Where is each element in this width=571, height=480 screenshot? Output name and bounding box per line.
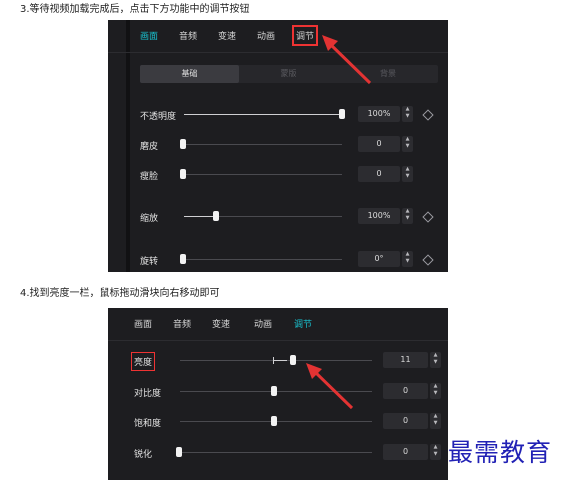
tab-adjust[interactable]: 调节 [291,25,319,46]
row-label-sharpen: 锐化 [134,450,153,460]
up-down-stepper-icon[interactable]: ▲ ▼ [402,251,413,267]
sub-tab-mask[interactable]: 蒙版 [239,65,338,83]
up-down-stepper-icon[interactable]: ▲ ▼ [430,352,441,368]
diamond-keyframe-icon[interactable] [422,211,434,223]
slim-face-slider[interactable] [184,174,342,175]
sharpen-slider[interactable] [180,452,372,453]
watermark-logo: 最需教育 [448,438,553,467]
up-down-stepper-icon[interactable]: ▲ ▼ [402,166,413,182]
sub-tab-background[interactable]: 背景 [338,65,438,83]
tab-animation[interactable]: 动画 [257,29,275,42]
up-down-stepper-icon[interactable]: ▲ ▼ [430,383,441,399]
sub-tab-bar: 基础 蒙版 背景 [140,65,438,83]
panel-tabs: 画面 音频 变速 动画 调节 [108,308,448,341]
tab-audio[interactable]: 音频 [179,29,197,42]
up-down-stepper-icon[interactable]: ▲ ▼ [430,444,441,460]
tab-picture[interactable]: 画面 [140,29,158,42]
rotate-slider[interactable] [184,259,342,260]
scale-slider-fill [184,216,216,217]
tab-speed[interactable]: 变速 [212,317,230,330]
sub-tab-basic[interactable]: 基础 [140,65,239,83]
step-3-instruction: 3.等待视频加载完成后，点击下方功能中的调节按钮 [20,4,250,15]
slim-face-slider-handle[interactable] [180,169,186,179]
step-4-instruction: 4.找到亮度一栏，鼠标拖动滑块向右移动即可 [20,288,220,299]
sharpen-value-field[interactable]: 0 [383,444,428,460]
saturation-slider-handle[interactable] [271,416,277,426]
diamond-keyframe-icon[interactable] [422,254,434,266]
row-label-brightness: 亮度 [130,352,156,371]
tab-animation[interactable]: 动画 [254,317,272,330]
tab-speed[interactable]: 变速 [218,29,236,42]
up-down-stepper-icon[interactable]: ▲ ▼ [402,106,413,122]
row-label-saturation: 饱和度 [134,419,162,429]
row-label-scale: 缩放 [140,214,159,224]
rotate-value-field[interactable]: 0° [358,251,400,267]
row-label-opacity: 不透明度 [140,112,177,122]
contrast-value-field[interactable]: 0 [383,383,428,399]
smooth-skin-slider[interactable] [184,144,342,145]
scale-slider[interactable] [184,216,342,217]
brightness-slider-handle[interactable] [290,355,296,365]
adjust-panel-after: 画面 音频 变速 动画 调节 亮度 11 ▲ ▼ 对比度 0 ▲ ▼ 饱和度 0 ▲… [108,308,448,480]
brightness-slider-fill [273,360,287,361]
adjust-panel-before: 画面 音频 变速 动画 调节 基础 蒙版 背景 不透明度 100% ▲ ▼ 磨皮 … [108,20,448,272]
panel-tabs: 画面 音频 变速 动画 调节 [108,20,448,53]
brightness-center-mark [273,357,274,364]
up-down-stepper-icon[interactable]: ▲ ▼ [402,208,413,224]
brightness-value-field[interactable]: 11 [383,352,428,368]
row-label-rotate: 旋转 [140,257,159,267]
row-label-smooth-skin: 磨皮 [140,142,159,152]
scale-value-field[interactable]: 100% [358,208,400,224]
up-down-stepper-icon[interactable]: ▲ ▼ [402,136,413,152]
tab-picture[interactable]: 画面 [134,317,152,330]
smooth-skin-value-field[interactable]: 0 [358,136,400,152]
scale-slider-handle[interactable] [213,211,219,221]
rotate-slider-handle[interactable] [180,254,186,264]
contrast-slider-handle[interactable] [271,386,277,396]
panel-divider [126,20,130,272]
row-label-contrast: 对比度 [134,389,162,399]
diamond-keyframe-icon[interactable] [422,109,434,121]
tab-audio[interactable]: 音频 [173,317,191,330]
smooth-skin-slider-handle[interactable] [180,139,186,149]
opacity-slider-handle[interactable] [339,109,345,119]
up-down-stepper-icon[interactable]: ▲ ▼ [430,413,441,429]
saturation-value-field[interactable]: 0 [383,413,428,429]
slim-face-value-field[interactable]: 0 [358,166,400,182]
tab-adjust[interactable]: 调节 [294,317,312,330]
row-label-slim-face: 瘦脸 [140,172,159,182]
opacity-slider[interactable] [184,114,342,115]
opacity-value-field[interactable]: 100% [358,106,400,122]
opacity-slider-fill [184,114,342,115]
sharpen-slider-handle[interactable] [176,447,182,457]
brightness-slider[interactable] [180,360,372,361]
